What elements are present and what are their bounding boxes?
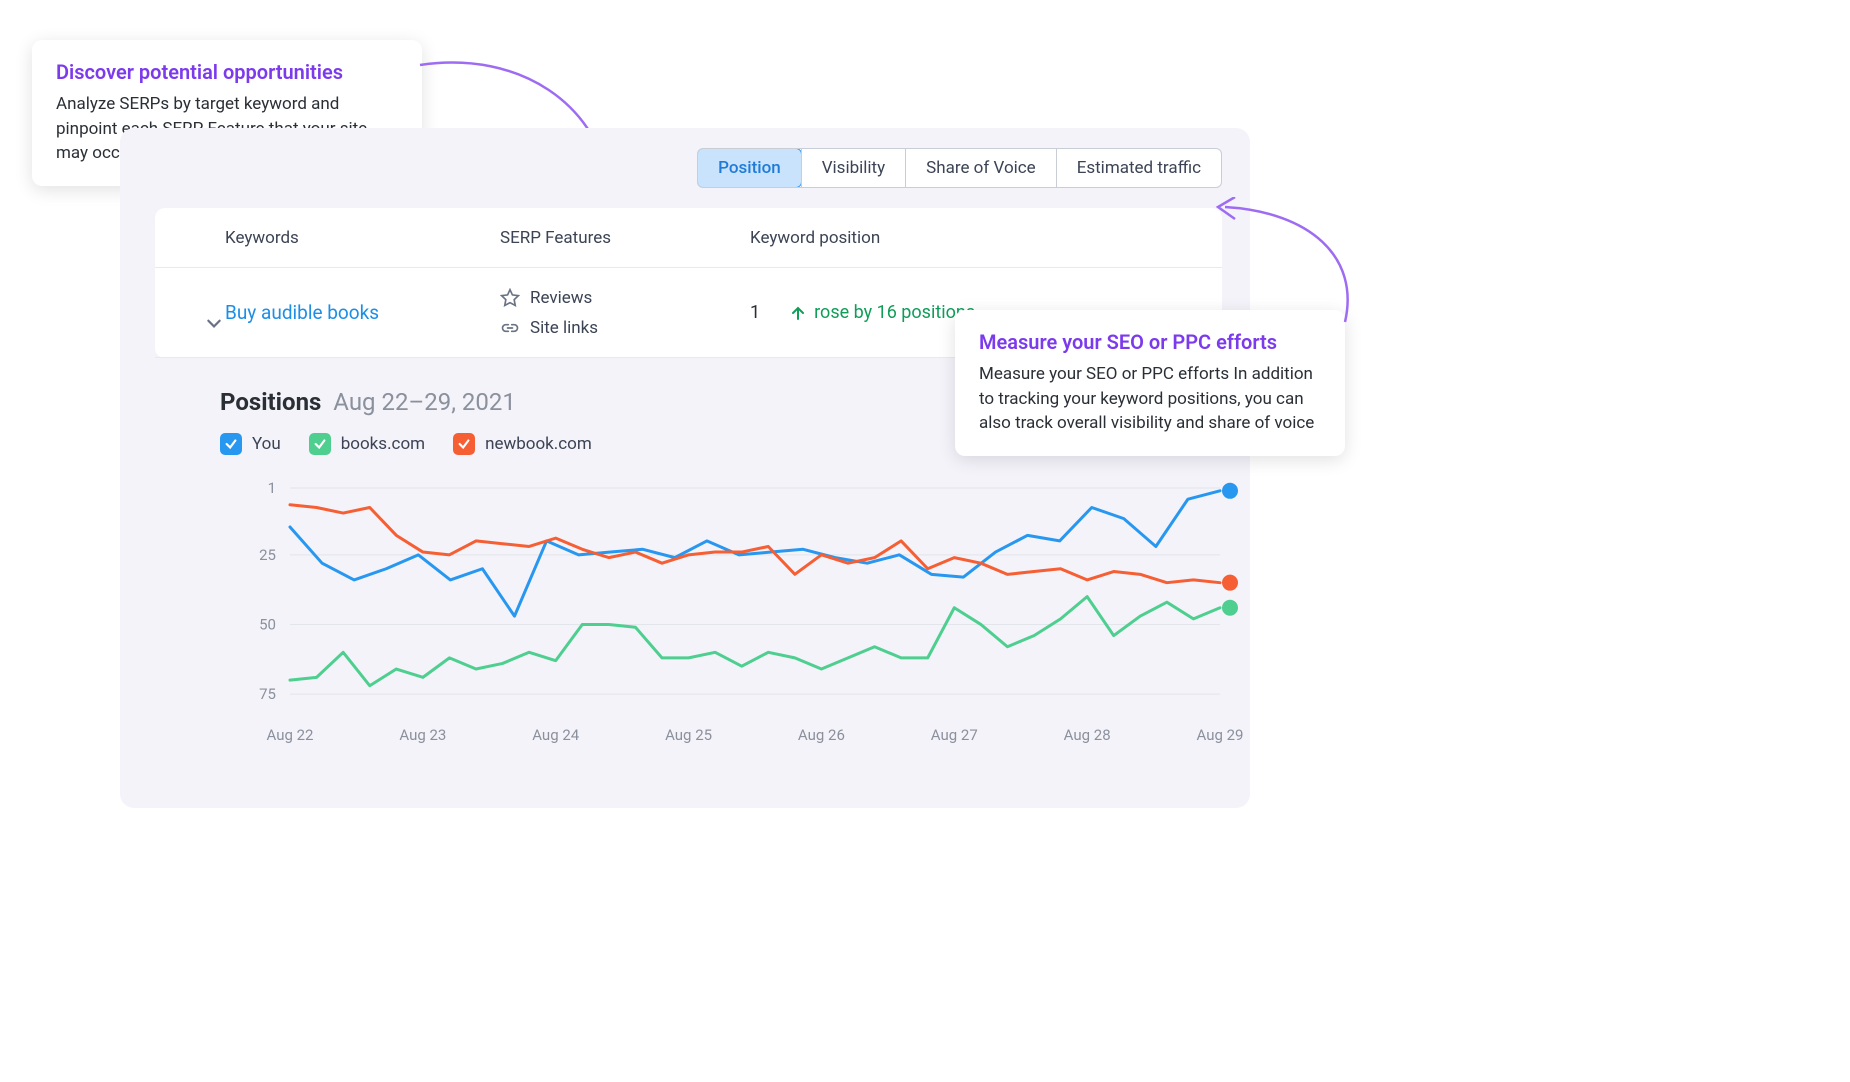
svg-text:Aug 22: Aug 22 (267, 726, 314, 744)
svg-text:Aug 27: Aug 27 (931, 726, 978, 744)
callout-body: Measure your SEO or PPC efforts In addit… (979, 362, 1321, 436)
svg-text:75: 75 (259, 685, 276, 703)
main-panel: Position Visibility Share of Voice Estim… (120, 128, 1250, 808)
svg-text:Aug 23: Aug 23 (399, 726, 446, 744)
checkbox-icon (309, 433, 331, 455)
legend-label: newbook.com (485, 434, 592, 454)
position-value: 1 (750, 302, 760, 323)
svg-text:Aug 24: Aug 24 (532, 726, 580, 744)
feature-label: Reviews (530, 283, 592, 313)
expand-chevron-icon[interactable] (205, 314, 223, 332)
tab-strip: Position Visibility Share of Voice Estim… (697, 148, 1222, 188)
feature-sitelinks: Site links (500, 313, 740, 343)
chart-title-range: Aug 22–29, 2021 (333, 388, 516, 416)
chart-title-text: Positions (220, 388, 321, 416)
legend-label: books.com (341, 434, 425, 454)
tab-visibility[interactable]: Visibility (801, 149, 905, 187)
chart-title: Positions Aug 22–29, 2021 (220, 388, 516, 416)
checkbox-icon (453, 433, 475, 455)
callout-title: Discover potential opportunities (56, 60, 398, 84)
svg-text:1: 1 (268, 479, 276, 497)
positions-chart: 1 25 50 75 Aug 22 Aug 23 Aug 24 Aug 25 Aug 26 Aug… (220, 478, 1250, 758)
svg-text:25: 25 (259, 546, 276, 564)
position-change-text: rose by 16 positions (814, 302, 975, 323)
callout-title: Measure your SEO or PPC efforts (979, 330, 1321, 354)
table-header-row: Keywords SERP Features Keyword position (155, 208, 1222, 268)
legend-label: You (252, 434, 281, 454)
svg-text:50: 50 (259, 615, 276, 633)
svg-text:Aug 26: Aug 26 (798, 726, 845, 744)
feature-label: Site links (530, 313, 598, 343)
keyword-link[interactable]: Buy audible books (225, 301, 379, 324)
col-serp-features: SERP Features (500, 228, 740, 248)
legend-item-newbook[interactable]: newbook.com (453, 433, 592, 455)
tab-position[interactable]: Position (697, 148, 802, 188)
legend-item-books[interactable]: books.com (309, 433, 425, 455)
star-icon (500, 288, 520, 308)
chart-legend: You books.com newbook.com (220, 433, 592, 455)
legend-item-you[interactable]: You (220, 433, 281, 455)
arrow-up-icon (790, 305, 806, 321)
col-keywords: Keywords (155, 228, 500, 248)
chart-svg: 1 25 50 75 Aug 22 Aug 23 Aug 24 Aug 25 Aug 26 Aug… (220, 478, 1250, 758)
svg-text:Aug 25: Aug 25 (665, 726, 712, 744)
link-icon (500, 318, 520, 338)
tab-share[interactable]: Share of Voice (905, 149, 1056, 187)
position-change: rose by 16 positions (790, 302, 975, 323)
col-position: Keyword position (740, 228, 1222, 248)
serp-features-cell: Reviews Site links (500, 283, 740, 343)
checkbox-icon (220, 433, 242, 455)
feature-reviews: Reviews (500, 283, 740, 313)
svg-text:Aug 29: Aug 29 (1197, 726, 1244, 744)
svg-text:Aug 28: Aug 28 (1064, 726, 1111, 744)
callout-measure: Measure your SEO or PPC efforts Measure … (955, 310, 1345, 456)
tab-traffic[interactable]: Estimated traffic (1056, 149, 1221, 187)
